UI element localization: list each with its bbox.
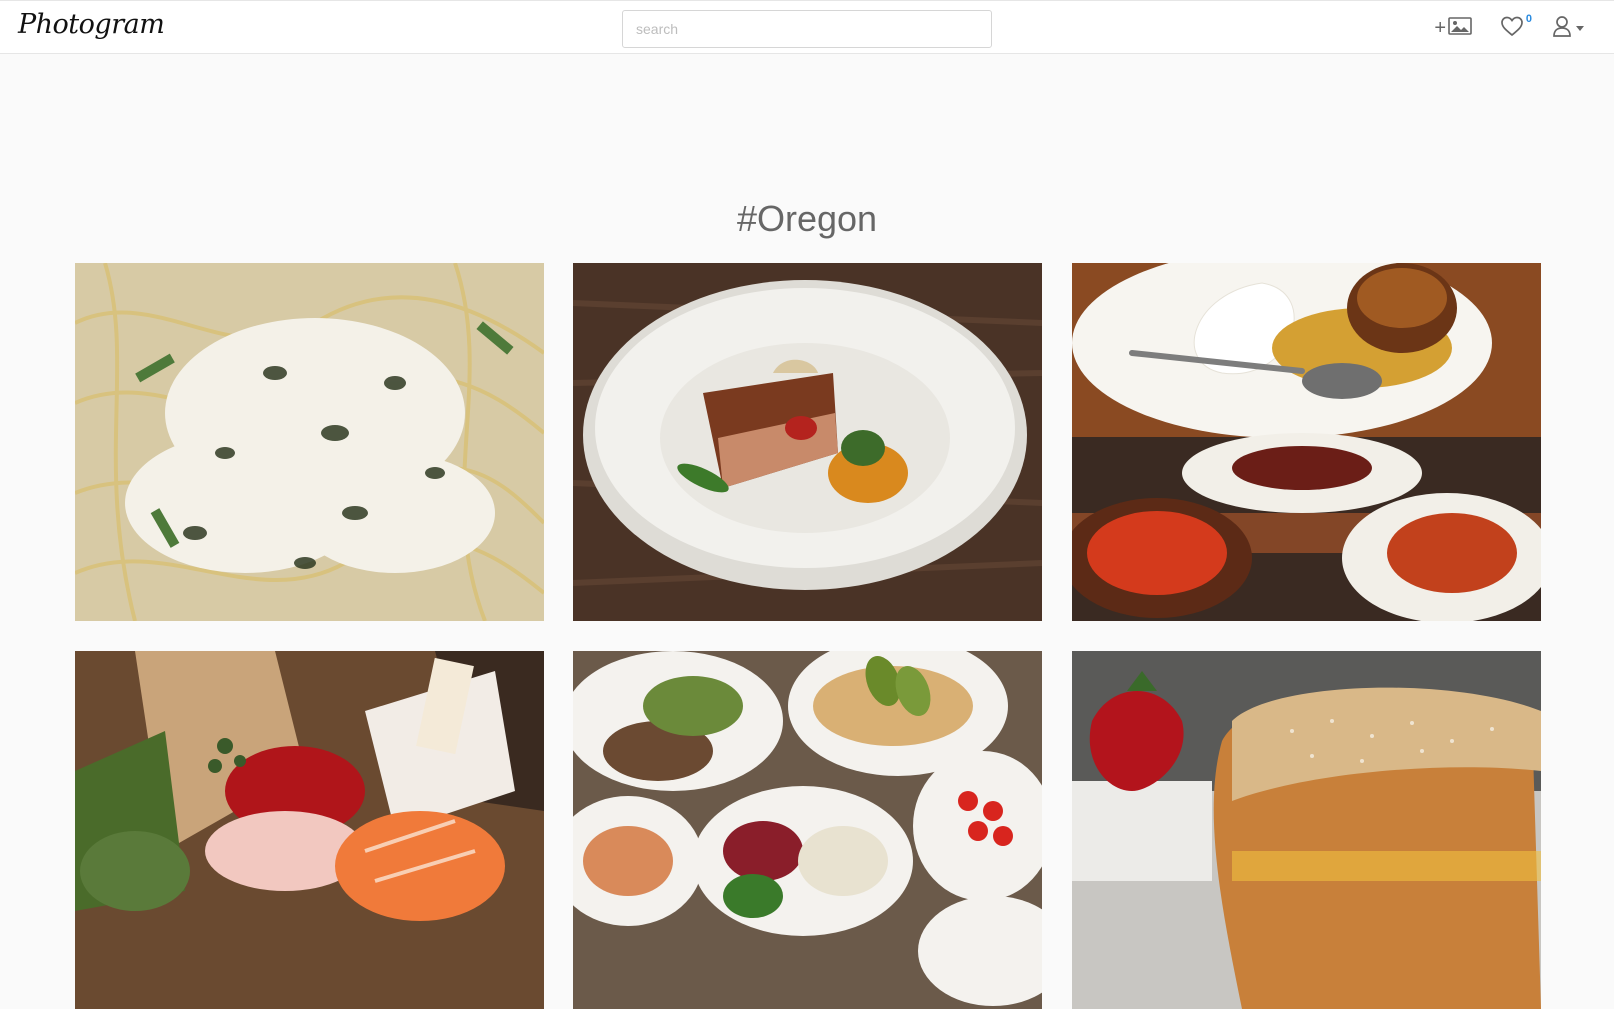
post-thumbnail[interactable] — [573, 651, 1042, 1009]
post-image — [75, 651, 544, 1009]
post-image — [75, 263, 544, 621]
image-icon — [1448, 17, 1472, 39]
user-menu-button[interactable] — [1552, 15, 1584, 41]
nav-icons: + 0 — [1406, 13, 1584, 43]
top-navbar: Photogram + 0 — [0, 0, 1614, 54]
post-thumbnail[interactable] — [75, 263, 544, 621]
post-thumbnail[interactable] — [75, 651, 544, 1009]
likes-count-badge: 0 — [1525, 12, 1532, 25]
post-image — [1072, 651, 1541, 1009]
upload-photo-button[interactable]: + — [1434, 17, 1472, 39]
post-image — [573, 263, 1042, 621]
user-icon — [1552, 15, 1572, 41]
post-thumbnail[interactable] — [573, 263, 1042, 621]
heart-icon — [1500, 16, 1524, 41]
post-thumbnail[interactable] — [1072, 651, 1541, 1009]
chevron-down-icon — [1576, 25, 1584, 31]
likes-button[interactable]: 0 — [1500, 13, 1532, 41]
search-input[interactable] — [622, 10, 992, 48]
brand-logo[interactable]: Photogram — [18, 9, 165, 40]
post-image — [573, 651, 1042, 1009]
page-title: #Oregon — [736, 198, 878, 239]
plus-icon: + — [1434, 17, 1446, 39]
post-thumbnail[interactable] — [1072, 263, 1541, 621]
post-image — [1072, 263, 1541, 621]
